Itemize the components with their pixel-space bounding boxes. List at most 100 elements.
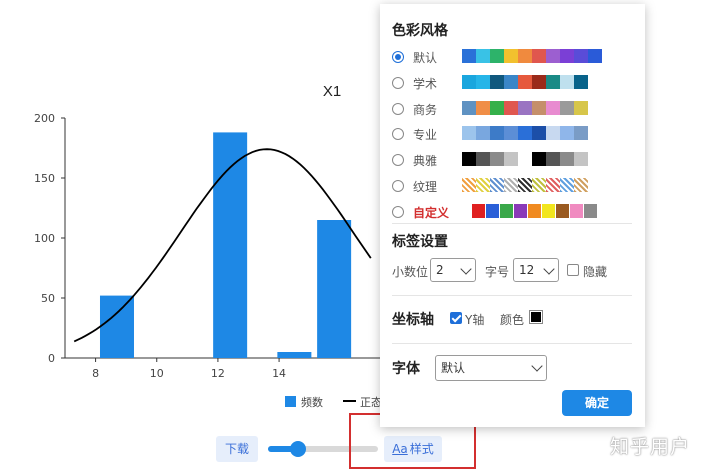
palette-swatch — [462, 100, 476, 115]
page: X1 0 50 100 150 200 8 10 12 14 频数 正态 下载 Aa 样式 知乎用… — [0, 0, 720, 473]
palette-swatch — [532, 178, 546, 192]
x-tick-label: 14 — [272, 367, 286, 380]
y-axis-label: Y轴 — [465, 313, 485, 327]
palette-swatch — [476, 100, 490, 115]
histogram-bar — [213, 132, 248, 358]
color-style-option[interactable]: 典雅 — [392, 151, 632, 169]
color-style-option[interactable]: 学术 — [392, 74, 632, 92]
palette-swatch — [574, 126, 588, 141]
x-tick-label: 12 — [211, 367, 225, 380]
font-size-select[interactable]: 12 — [513, 258, 559, 282]
y-tick-label: 100 — [34, 232, 55, 245]
color-style-label: 专业 — [413, 128, 438, 143]
hide-label-checkbox[interactable] — [567, 264, 579, 276]
axis-color-picker[interactable] — [529, 310, 543, 324]
palette-swatch — [504, 49, 518, 63]
palette-swatch — [490, 126, 504, 141]
palette-swatch — [500, 203, 513, 218]
palette-swatch — [490, 74, 504, 89]
palette-swatch — [546, 178, 560, 192]
palette-swatch — [542, 203, 555, 218]
y-tick-label: 50 — [41, 292, 55, 305]
divider — [392, 343, 632, 344]
legend-normal-label: 正态 — [360, 396, 382, 409]
chevron-down-icon — [460, 263, 472, 275]
color-style-radio[interactable] — [392, 76, 404, 89]
histogram-bar — [317, 220, 352, 358]
color-style-radio[interactable] — [392, 180, 404, 192]
histogram-bar — [99, 295, 134, 358]
color-style-option[interactable]: 纹理 — [392, 177, 632, 195]
color-style-radio[interactable] — [392, 128, 404, 141]
label-settings-title: 标签设置 — [392, 234, 448, 250]
color-style-option[interactable]: 商务 — [392, 100, 632, 118]
palette-swatch — [574, 49, 588, 63]
color-style-radio[interactable] — [392, 154, 404, 167]
palette-swatch — [504, 100, 518, 115]
palette-swatch — [490, 152, 504, 167]
palette-swatch — [476, 126, 490, 141]
legend-frequency-swatch — [285, 396, 296, 407]
palette-swatch — [462, 152, 476, 167]
palette-swatch — [574, 178, 588, 192]
palette-swatch — [560, 152, 574, 167]
color-style-radio[interactable] — [392, 205, 404, 218]
chevron-down-icon — [531, 360, 543, 372]
palette-swatches — [462, 152, 588, 167]
style-settings-panel: 色彩风格 默认 学术 商务 专业 典雅 纹理 自定义 标签设置 小数位 2 字号 12 隐藏… — [380, 4, 645, 427]
palette-swatch — [560, 126, 574, 141]
palette-swatches — [472, 203, 598, 218]
palette-swatch — [462, 178, 476, 192]
palette-swatch — [518, 152, 532, 167]
palette-swatch — [486, 203, 499, 218]
font-size-value: 12 — [519, 263, 535, 277]
color-style-option[interactable]: 默认 — [392, 48, 632, 66]
color-style-option[interactable]: 专业 — [392, 125, 632, 143]
palette-swatch — [570, 203, 583, 218]
y-axis-checkbox[interactable] — [450, 312, 462, 324]
palette-swatch — [514, 203, 527, 218]
palette-swatch — [588, 49, 602, 63]
color-style-option[interactable]: 自定义 — [392, 203, 632, 221]
slider-handle[interactable] — [289, 441, 306, 457]
palette-swatch — [518, 74, 532, 89]
palette-swatch — [490, 178, 504, 192]
color-style-radio[interactable] — [392, 102, 404, 115]
chevron-down-icon — [543, 263, 555, 275]
palette-swatch — [462, 74, 476, 89]
divider — [392, 223, 632, 224]
palette-swatch — [472, 203, 485, 218]
palette-swatches — [462, 100, 588, 115]
palette-swatch — [528, 203, 541, 218]
color-style-label: 纹理 — [413, 180, 438, 194]
palette-swatch — [462, 49, 476, 63]
palette-swatch — [546, 100, 560, 115]
palette-swatch — [490, 100, 504, 115]
font-size-label: 字号 — [485, 265, 510, 279]
chart-title: X1 — [323, 83, 341, 100]
palette-swatch — [560, 178, 574, 192]
palette-swatch — [490, 49, 504, 63]
palette-swatch — [476, 152, 490, 167]
palette-swatch — [574, 74, 588, 89]
download-button[interactable]: 下载 — [216, 436, 258, 462]
palette-swatch — [546, 126, 560, 141]
color-style-label: 典雅 — [413, 154, 438, 169]
color-style-radio[interactable] — [392, 51, 404, 63]
confirm-button[interactable]: 确定 — [562, 390, 632, 416]
palette-swatch — [518, 49, 532, 63]
watermark: 知乎用户 — [610, 436, 691, 458]
axis-color-label: 颜色 — [500, 313, 525, 327]
axis-color-swatch — [531, 312, 541, 322]
palette-swatch — [546, 74, 560, 89]
font-family-select[interactable]: 默认 — [435, 355, 547, 381]
palette-swatch — [560, 100, 574, 115]
color-style-title: 色彩风格 — [392, 23, 448, 39]
font-title: 字体 — [392, 361, 420, 377]
palette-swatch — [532, 100, 546, 115]
palette-swatch — [584, 203, 597, 218]
hide-label-text: 隐藏 — [583, 265, 608, 279]
decimals-select[interactable]: 2 — [430, 258, 476, 282]
palette-swatch — [504, 178, 518, 192]
palette-swatch — [532, 126, 546, 141]
